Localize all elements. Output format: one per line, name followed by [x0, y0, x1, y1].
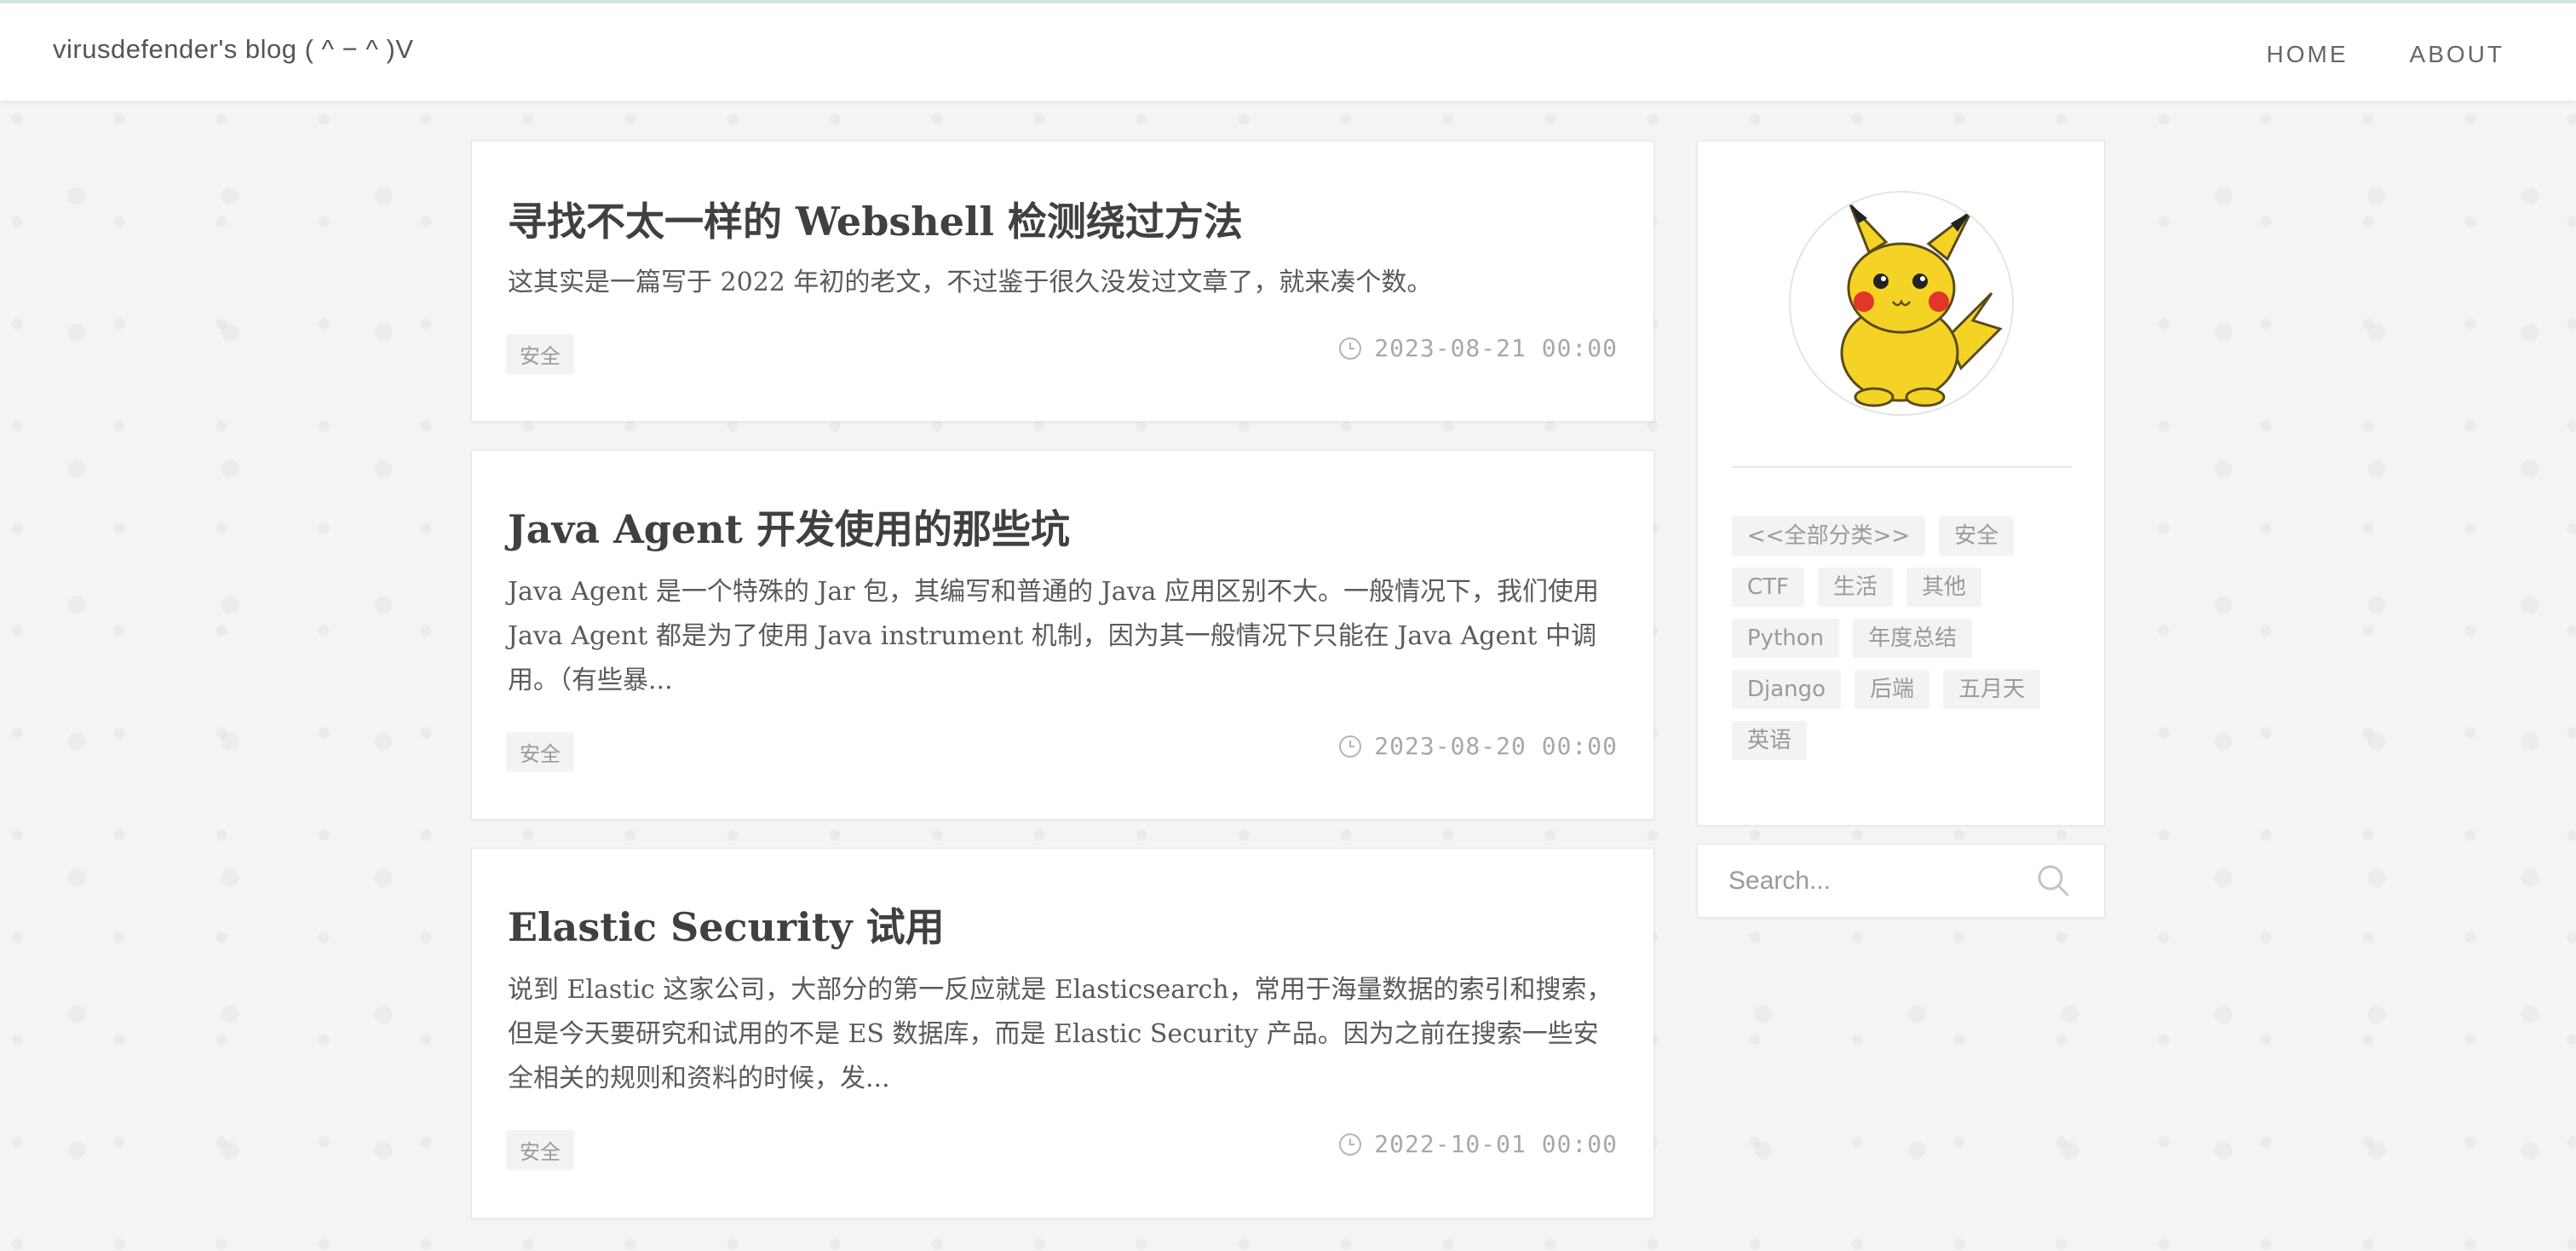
post-date-text: 2022-10-01 00:00: [1374, 1130, 1618, 1158]
post-card: Java Agent 开发使用的那些坑 Java Agent 是一个特殊的 Ja…: [471, 450, 1654, 820]
post-date: 2023-08-21 00:00: [1338, 334, 1618, 362]
category-tag-security[interactable]: 安全: [1939, 516, 2015, 556]
search-box: [1697, 844, 2105, 918]
post-date: 2023-08-20 00:00: [1338, 732, 1618, 760]
site-brand-link[interactable]: virusdefender's blog ( ^ − ^ )V: [53, 34, 414, 65]
category-tag-life[interactable]: 生活: [1818, 568, 1894, 607]
post-tag[interactable]: 安全: [506, 334, 574, 374]
category-tag-other[interactable]: 其他: [1906, 568, 1982, 607]
top-navbar: virusdefender's blog ( ^ − ^ )V HOME ABO…: [0, 0, 2576, 101]
category-tag-annual-summary[interactable]: 年度总结: [1853, 619, 1973, 658]
category-tag-django[interactable]: Django: [1732, 670, 1842, 709]
post-excerpt: Java Agent 是一个特殊的 Jar 包，其编写和普通的 Java 应用区…: [508, 577, 1599, 695]
category-tag-cloud: <<全部分类>> 安全 CTF 生活 其他 Python 年度总结 Django…: [1732, 516, 2081, 760]
pikachu-avatar-icon: [1789, 191, 2014, 416]
search-input[interactable]: [1698, 845, 2021, 917]
post-date-text: 2023-08-21 00:00: [1374, 334, 1618, 362]
category-tag-ctf[interactable]: CTF: [1732, 568, 1804, 607]
profile-card: <<全部分类>> 安全 CTF 生活 其他 Python 年度总结 Django…: [1697, 141, 2105, 826]
category-tag-english[interactable]: 英语: [1732, 721, 1808, 760]
post-card: 寻找不太一样的 Webshell 检测绕过方法 这其实是一篇写于 2022 年初…: [471, 141, 1654, 422]
nav-about-link[interactable]: ABOUT: [2410, 41, 2504, 68]
post-title-link[interactable]: Elastic Security 试用: [508, 896, 945, 953]
clock-icon: [1338, 735, 1362, 758]
post-title-link[interactable]: 寻找不太一样的 Webshell 检测绕过方法: [508, 191, 1243, 247]
post-excerpt: 这其实是一篇写于 2022 年初的老文，不过鉴于很久没发过文章了，就来凑个数。: [508, 268, 1433, 297]
post-excerpt: 说到 Elastic 这家公司，大部分的第一反应就是 Elasticsearch…: [508, 975, 1613, 1093]
post-title-link[interactable]: Java Agent 开发使用的那些坑: [508, 499, 1070, 555]
category-tag-python[interactable]: Python: [1732, 619, 1840, 658]
category-tag-backend[interactable]: 后端: [1854, 670, 1930, 709]
post-date-text: 2023-08-20 00:00: [1374, 732, 1618, 760]
post-date: 2022-10-01 00:00: [1338, 1130, 1618, 1158]
divider: [1732, 466, 2072, 468]
main-nav: HOME ABOUT: [2267, 41, 2504, 68]
post-card: Elastic Security 试用 说到 Elastic 这家公司，大部分的…: [471, 848, 1654, 1219]
category-tag-mayday[interactable]: 五月天: [1943, 670, 2041, 709]
clock-icon: [1338, 337, 1362, 360]
nav-home-link[interactable]: HOME: [2267, 41, 2349, 68]
category-tag-all[interactable]: <<全部分类>>: [1732, 516, 1926, 556]
post-tag[interactable]: 安全: [506, 1130, 574, 1170]
post-tag[interactable]: 安全: [506, 732, 574, 772]
clock-icon: [1338, 1133, 1362, 1156]
search-icon[interactable]: [2036, 863, 2070, 901]
